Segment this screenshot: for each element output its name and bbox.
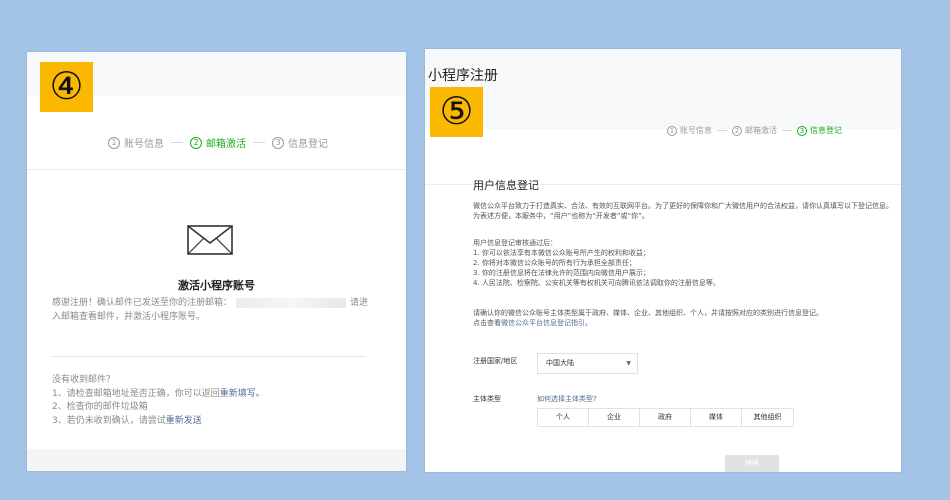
help-title: 没有收到邮件？ <box>52 375 116 385</box>
step-number: 3 <box>272 136 284 149</box>
step-label: 账号信息 <box>680 126 712 135</box>
step-label: 邮箱激活 <box>206 139 246 150</box>
activation-title: 激活小程序账号 <box>178 279 255 292</box>
registration-guide-link[interactable]: 微信公众平台信息登记指引 <box>501 319 585 327</box>
form-title: 用户信息登记 <box>473 179 539 192</box>
left-step-bar: 1 账号信息 2 邮箱激活 3 信息登记 <box>108 135 328 150</box>
step-connector <box>782 130 792 131</box>
step-number: 2 <box>732 125 742 136</box>
step-account-info: 1 账号信息 <box>108 135 164 150</box>
step-number: 2 <box>190 136 202 149</box>
subject-type-government[interactable]: 政府 <box>640 409 691 426</box>
step-email-activation: 2 邮箱激活 <box>732 125 777 136</box>
step-label: 信息登记 <box>288 139 328 150</box>
step-info-registration: 3 信息登记 <box>797 125 842 136</box>
step-label: 邮箱激活 <box>745 126 777 135</box>
step-number: 3 <box>797 125 807 136</box>
divider <box>52 356 366 357</box>
help-item-2: 2、检查你的邮件垃圾箱 <box>52 402 148 412</box>
how-to-choose-link[interactable]: 如何选择主体类型? <box>537 394 597 404</box>
step-email-activation: 2 邮箱激活 <box>190 135 246 150</box>
step-account-info: 1 账号信息 <box>667 125 712 136</box>
confirm-paragraph: 请确认你的微信公众账号主体类型属于政府、媒体、企业、其他组织、个人，并请按照对应… <box>473 308 823 328</box>
message-text: 感谢注册！确认邮件已发送至你的注册邮箱： <box>52 298 233 308</box>
subject-type-media[interactable]: 媒体 <box>691 409 742 426</box>
review-paragraph: 用户信息登记审核通过后： 1. 你可以依法享有本微信公众账号所产生的权利和收益；… <box>473 238 720 288</box>
country-label: 注册国家/地区 <box>473 357 518 365</box>
subject-type-other[interactable]: 其他组织 <box>742 409 793 426</box>
subject-type-label: 主体类型 <box>473 395 501 403</box>
review-item: 2. 你将对本微信公众账号的所有行为承担全部责任； <box>473 259 636 267</box>
step-connector <box>253 142 265 143</box>
subject-type-enterprise[interactable]: 企业 <box>589 409 640 426</box>
review-title: 用户信息登记审核通过后： <box>473 239 557 247</box>
step-label: 信息登记 <box>810 126 842 135</box>
message-text: 入邮箱查看邮件，并激活小程序账号。 <box>52 312 206 322</box>
review-item: 1. 你可以依法享有本微信公众账号所产生的权利和收益； <box>473 249 650 257</box>
step-info-registration: 3 信息登记 <box>272 135 328 150</box>
activation-message: 感谢注册！确认邮件已发送至你的注册邮箱： 请进 入邮箱查看邮件，并激活小程序账号。 <box>52 296 372 324</box>
step-label: 账号信息 <box>124 139 164 150</box>
continue-button[interactable]: 继续 <box>725 455 779 472</box>
sub-band <box>425 93 901 129</box>
review-item: 3. 你的注册信息将在法律允许的范围内向微信用户展示； <box>473 269 650 277</box>
subject-type-selector: 个人 企业 政府 媒体 其他组织 <box>537 408 794 427</box>
intro-paragraph: 微信公众平台致力于打造真实、合法、有效的互联网平台。为了更好的保障你和广大微信用… <box>473 201 893 221</box>
redacted-email <box>236 297 347 308</box>
page-title: 小程序注册 <box>428 68 498 84</box>
caret-down-icon: ▼ <box>626 360 631 367</box>
step-badge-4: ④ <box>40 62 93 112</box>
intro-line: 微信公众平台致力于打造真实、合法、有效的互联网平台。为了更好的保障你和广大微信用… <box>473 202 893 210</box>
help-item-3: 3、若仍未收到确认，请尝试重新发送 <box>52 415 265 429</box>
confirm-line: 请确认你的微信公众账号主体类型属于政府、媒体、企业、其他组织、个人，并请按照对应… <box>473 309 823 317</box>
subject-type-personal[interactable]: 个人 <box>538 409 589 426</box>
message-text: 请进 <box>350 298 369 308</box>
resend-link[interactable]: 重新发送 <box>166 416 202 426</box>
step-connector <box>171 142 183 143</box>
envelope-icon <box>187 225 233 255</box>
bottom-band <box>27 449 406 471</box>
right-step-bar: 1 账号信息 2 邮箱激活 3 信息登记 <box>667 125 842 136</box>
step-number: 1 <box>108 136 120 149</box>
intro-line: 为表述方便，本服务中，“用户”也称为“开发者”或“你”。 <box>473 212 649 220</box>
help-item-1: 1、请检查邮箱地址是否正确，你可以返回重新填写。 <box>52 388 265 402</box>
country-select[interactable]: 中国大陆 ▼ <box>537 353 638 374</box>
confirm-text: 点击查看 <box>473 319 501 327</box>
review-item: 4. 人民法院、检察院、公安机关等有权机关可向腾讯依法调取你的注册信息等。 <box>473 279 720 287</box>
confirm-line: 点击查看微信公众平台信息登记指引。 <box>473 318 823 328</box>
country-value: 中国大陆 <box>546 359 574 367</box>
step-connector <box>717 130 727 131</box>
confirm-text: 。 <box>585 319 592 327</box>
step-badge-5: ⑤ <box>430 87 483 137</box>
help-text: 1、请检查邮箱地址是否正确，你可以返回 <box>52 388 220 399</box>
help-text: 3、若仍未收到确认，请尝试 <box>52 415 166 426</box>
step-number: 1 <box>667 125 677 136</box>
refill-link[interactable]: 重新填写。 <box>220 389 265 399</box>
help-section: 没有收到邮件？ 1、请检查邮箱地址是否正确，你可以返回重新填写。 2、检查你的邮… <box>52 374 265 428</box>
